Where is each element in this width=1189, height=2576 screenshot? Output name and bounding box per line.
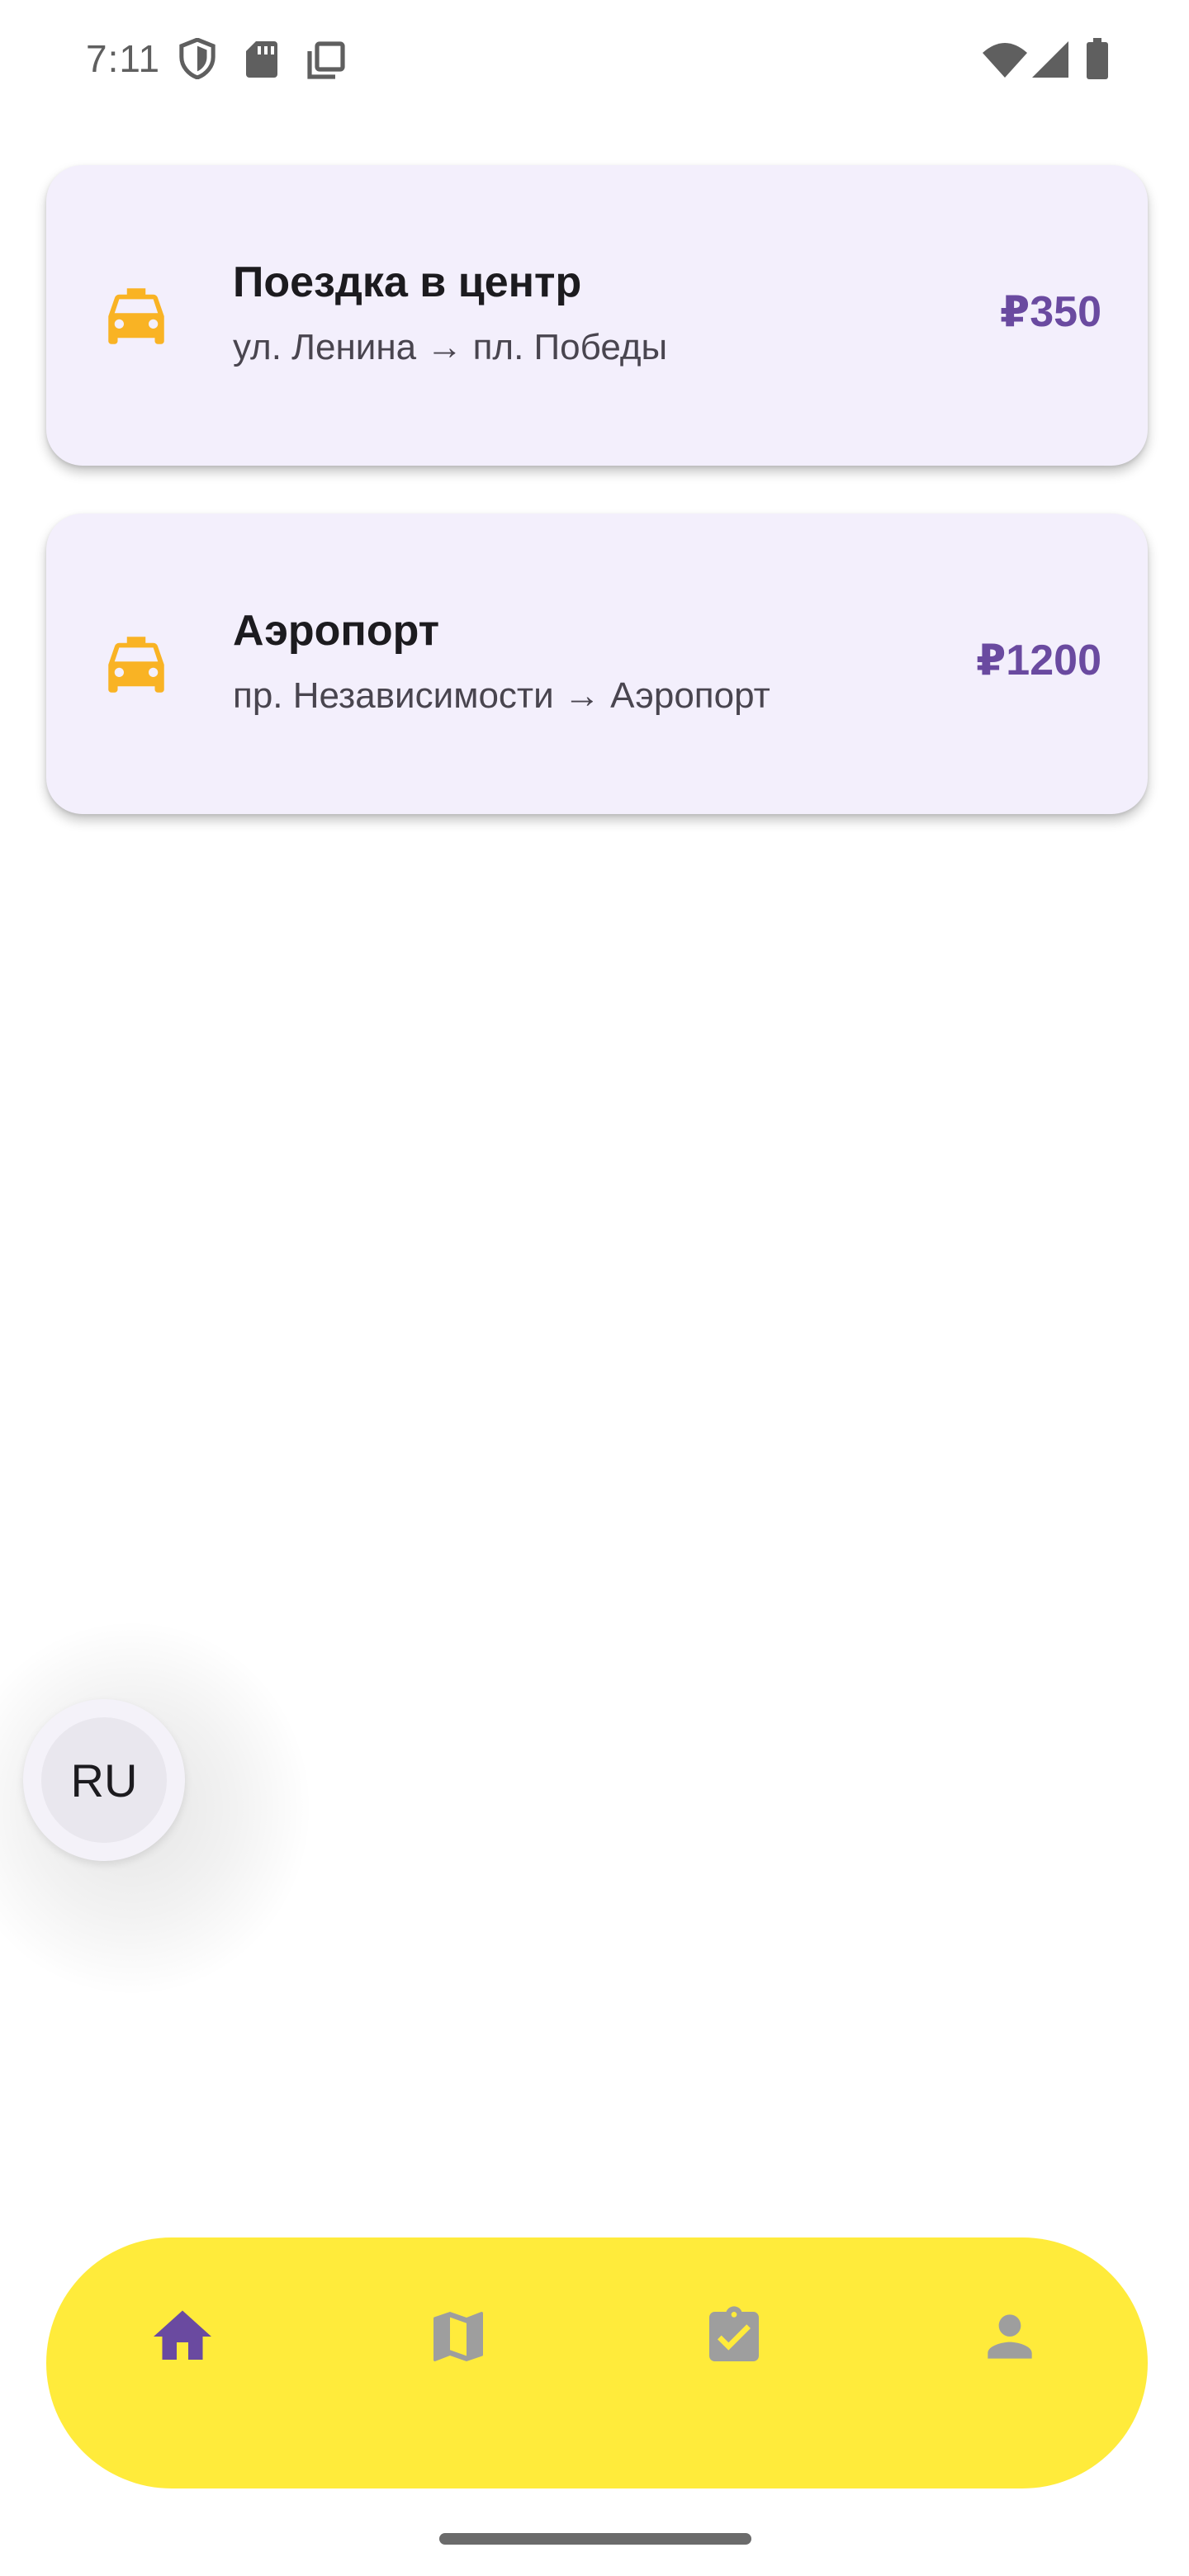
trip-card[interactable]: Поездка в центр ул. Ленина → пл. Победы … <box>46 165 1148 466</box>
trip-price: ₽1200 <box>976 637 1101 684</box>
battery-icon <box>1087 38 1108 79</box>
trip-route: ул. Ленина → пл. Победы <box>233 327 668 367</box>
nav-profile[interactable] <box>964 2295 1055 2378</box>
sd-card-icon <box>246 41 277 78</box>
nav-map[interactable] <box>413 2295 504 2378</box>
status-bar: 7:11 <box>0 0 1189 116</box>
map-icon <box>425 2304 491 2370</box>
copy-icon <box>307 41 345 79</box>
trip-title: Поездка в центр <box>233 258 582 306</box>
language-label: RU <box>41 1717 167 1843</box>
trip-route: пр. Независимости → Аэропорт <box>233 675 770 716</box>
language-button[interactable]: RU <box>23 1699 185 1861</box>
clipboard-check-icon <box>701 2304 767 2370</box>
status-time: 7:11 <box>86 37 161 80</box>
wifi-icon <box>983 43 1027 78</box>
trip-title: Аэропорт <box>233 607 440 655</box>
home-indicator[interactable] <box>439 2533 751 2545</box>
taxi-icon <box>99 627 173 702</box>
home-icon <box>148 2302 217 2371</box>
nav-home[interactable] <box>137 2295 228 2378</box>
shield-icon <box>178 38 216 79</box>
trip-card[interactable]: Аэропорт пр. Независимости → Аэропорт ₽1… <box>46 514 1148 814</box>
cell-signal-icon <box>1032 41 1068 78</box>
nav-tasks[interactable] <box>689 2295 779 2378</box>
trip-price: ₽350 <box>1000 288 1101 336</box>
taxi-icon <box>99 279 173 353</box>
person-icon <box>977 2304 1043 2370</box>
bottom-navigation <box>46 2237 1148 2488</box>
